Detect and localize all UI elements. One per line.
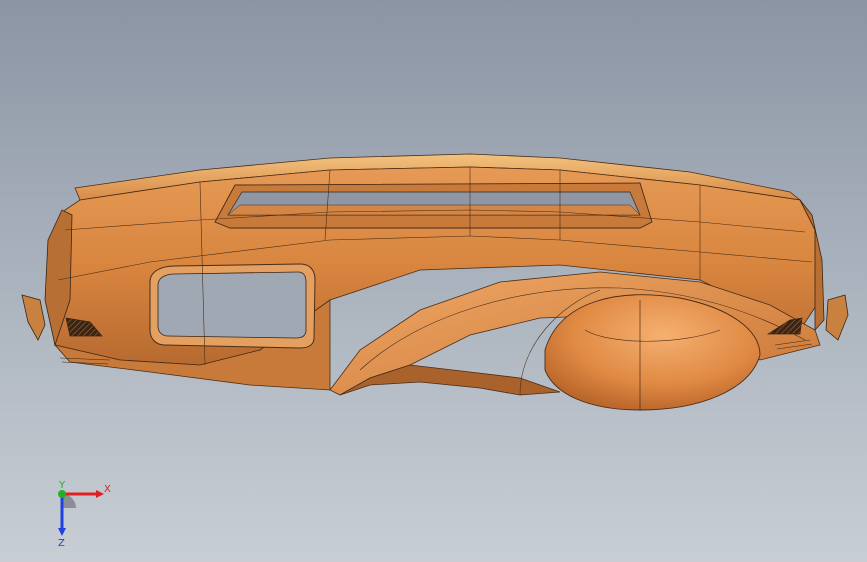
left-bracket [21,294,46,341]
graphics-viewport[interactable]: X Y Z [0,0,867,562]
coordinate-triad: X Y Z [58,480,111,549]
z-axis-arrow [58,528,66,536]
x-axis-label: X [104,484,111,495]
y-axis-dot [58,490,66,498]
right-bracket [825,294,849,341]
y-axis-label: Y [58,480,66,491]
x-axis-arrow [96,490,104,498]
display-cutout-opening [157,271,307,339]
z-axis-label: Z [58,538,65,549]
3d-model-view[interactable] [0,0,867,562]
